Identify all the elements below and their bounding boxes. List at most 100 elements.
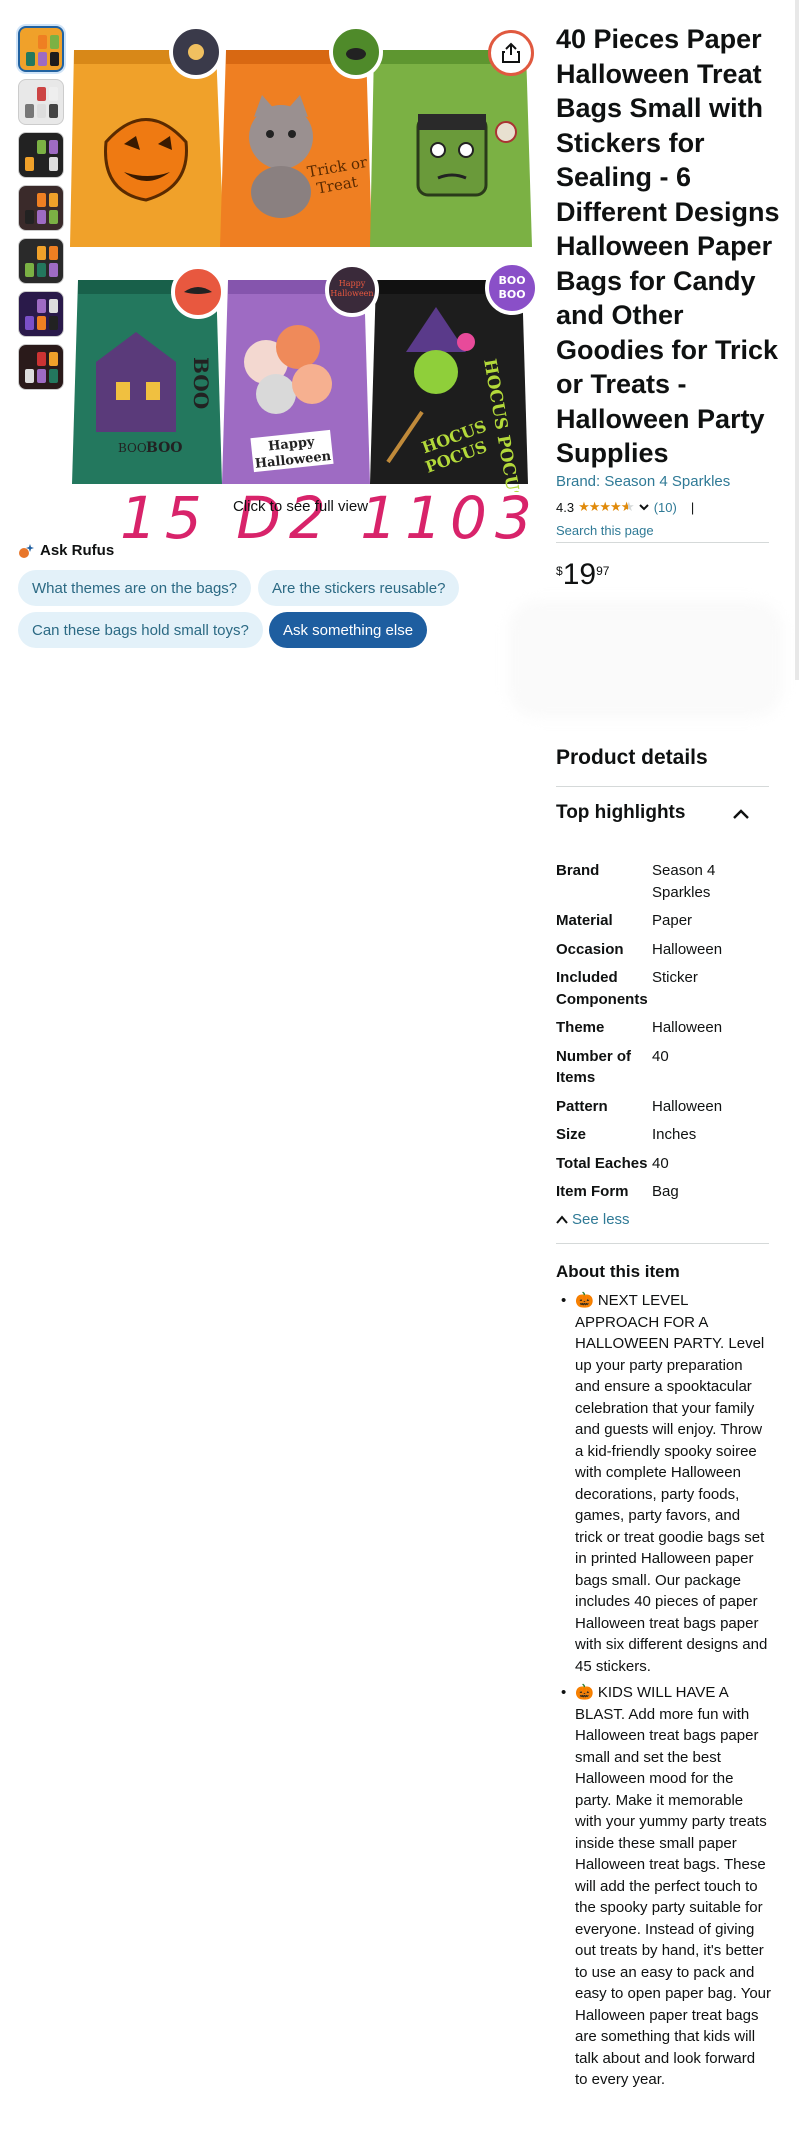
- thumbnail-image: [23, 349, 59, 385]
- spec-key: Occasion: [556, 940, 624, 958]
- product-title: 40 Pieces Paper Halloween Treat Bags Sma…: [556, 24, 780, 468]
- search-page-link[interactable]: Search this page: [556, 523, 654, 538]
- bag-cat: Trick or Treat: [220, 50, 372, 247]
- svg-text:BOO: BOO: [498, 274, 525, 287]
- spec-key: Theme: [556, 1019, 605, 1036]
- spec-table: Brand Season 4 Sparkles Material Paper Occas…: [556, 860, 771, 1210]
- scroll-edge: [795, 0, 799, 680]
- rufus-chip-ask[interactable]: Ask something else: [269, 612, 428, 648]
- rating-divider: |: [690, 499, 695, 515]
- thumbnail-7[interactable]: [18, 344, 64, 390]
- rating-row: 4.3 ★★★★★★ (10) |: [556, 499, 694, 515]
- rating-value: 4.3: [556, 499, 575, 515]
- spec-row: Item Form Bag: [556, 1181, 771, 1203]
- spec-value: Paper: [652, 912, 693, 929]
- spec-value: Halloween: [652, 1019, 723, 1036]
- about-list: 🎃 NEXT LEVEL APPROACH FOR A HALLOWEEN PA…: [556, 1290, 771, 2096]
- star-rating-icon[interactable]: ★★★★★★: [578, 499, 634, 515]
- thumbnail-image: [23, 296, 59, 332]
- sticker-2: [329, 25, 383, 79]
- thumbnail-image: [23, 243, 59, 279]
- spec-row: Size Inches: [556, 1124, 771, 1146]
- svg-text:BOO: BOO: [146, 440, 182, 456]
- spec-row: Number of Items 40: [556, 1046, 771, 1089]
- divider: [556, 1243, 769, 1244]
- thumbnail-2[interactable]: [18, 79, 64, 125]
- spec-value: Inches: [652, 1126, 697, 1143]
- thumbnail-image: [23, 137, 59, 173]
- thumbnail-strip: [18, 26, 64, 397]
- sticker-1: [169, 25, 223, 79]
- spec-value: Halloween: [652, 940, 723, 958]
- thumbnail-image: [23, 84, 59, 120]
- spec-key: Included Components: [556, 969, 648, 1008]
- spec-key: Brand: [556, 862, 600, 879]
- chevron-up-icon[interactable]: [730, 803, 752, 825]
- thumbnail-6[interactable]: [18, 291, 64, 337]
- spec-row: Brand Season 4 Sparkles: [556, 860, 771, 903]
- see-less-label: See less: [572, 1211, 630, 1228]
- spec-key: Size: [556, 1126, 587, 1143]
- spec-value: Halloween: [652, 1097, 723, 1115]
- divider: [556, 786, 769, 787]
- spec-value: Season 4 Sparkles: [652, 862, 716, 901]
- svg-text:BOO: BOO: [498, 288, 525, 301]
- blurred-region: [508, 600, 783, 718]
- chevron-down-icon[interactable]: [638, 501, 650, 513]
- spec-key: Material: [556, 912, 613, 929]
- spec-key: Pattern: [556, 1097, 608, 1115]
- spec-row: Occasion Halloween: [556, 939, 771, 961]
- see-less-link[interactable]: See less: [556, 1211, 630, 1228]
- rufus-icon: [19, 543, 34, 558]
- spec-key: Item Form: [556, 1183, 629, 1200]
- spec-key: Number of Items: [556, 1047, 631, 1087]
- thumbnail-3[interactable]: [18, 132, 64, 178]
- about-bullet: 🎃 NEXT LEVEL APPROACH FOR A HALLOWEEN PA…: [556, 1290, 771, 1677]
- spec-value: 40: [652, 1047, 669, 1065]
- bag-frankenstein: [370, 50, 532, 247]
- share-icon: [502, 42, 520, 63]
- thumbnail-image: [23, 190, 59, 226]
- spec-value: Sticker: [652, 969, 698, 986]
- svg-text:BOO: BOO: [118, 441, 147, 455]
- review-count-link[interactable]: (10): [654, 500, 677, 515]
- spec-row: Included Components Sticker: [556, 967, 771, 1010]
- spec-key: Total Eaches: [556, 1154, 648, 1172]
- price-symbol: $: [556, 564, 563, 578]
- handwritten-overlay: 15 D2 1103: [120, 484, 540, 554]
- thumbnail-image: [24, 32, 59, 66]
- chevron-up-icon: [556, 1214, 568, 1224]
- bag-pumpkin: [70, 50, 224, 247]
- share-button[interactable]: [488, 30, 534, 76]
- spec-row: Theme Halloween: [556, 1017, 771, 1039]
- brand-link[interactable]: Brand: Season 4 Sparkles: [556, 473, 730, 490]
- thumbnail-1[interactable]: [18, 26, 64, 72]
- rufus-chip-stickers[interactable]: Are the stickers reusable?: [258, 570, 460, 606]
- thumbnail-4[interactable]: [18, 185, 64, 231]
- price: $ 19 97: [556, 560, 609, 590]
- main-product-image[interactable]: Trick or Treat BOO BOO BOO Happy Hallowe…: [66, 22, 540, 504]
- spec-value: 40: [652, 1154, 669, 1172]
- rufus-chip-toys[interactable]: Can these bags hold small toys?: [18, 612, 263, 648]
- rufus-header: Ask Rufus: [18, 542, 114, 559]
- handwritten-text: 15 D2 1103: [120, 486, 540, 550]
- rufus-chip-themes[interactable]: What themes are on the bags?: [18, 570, 252, 606]
- sticker-4: Happy Halloween: [325, 263, 379, 317]
- sticker-5: BOO BOO: [485, 261, 539, 315]
- thumbnail-5[interactable]: [18, 238, 64, 284]
- top-highlights-heading[interactable]: Top highlights: [556, 802, 685, 824]
- price-fraction: 97: [596, 564, 610, 578]
- product-details-heading: Product details: [556, 746, 708, 769]
- about-bullet: 🎃 KIDS WILL HAVE A BLAST. Add more fun w…: [556, 1682, 771, 2091]
- rufus-title: Ask Rufus: [40, 542, 115, 559]
- spec-row: Total Eaches 40: [556, 1153, 771, 1175]
- sticker-3: [171, 265, 225, 319]
- spec-row: Pattern Halloween: [556, 1096, 771, 1118]
- about-heading: About this item: [556, 1262, 680, 1281]
- full-view-hint[interactable]: Click to see full view: [233, 498, 368, 515]
- svg-text:BOO: BOO: [189, 357, 213, 409]
- spec-row: Material Paper: [556, 910, 771, 932]
- spec-value: Bag: [652, 1183, 679, 1200]
- divider: [556, 542, 769, 543]
- svg-text:Happy: Happy: [339, 279, 366, 288]
